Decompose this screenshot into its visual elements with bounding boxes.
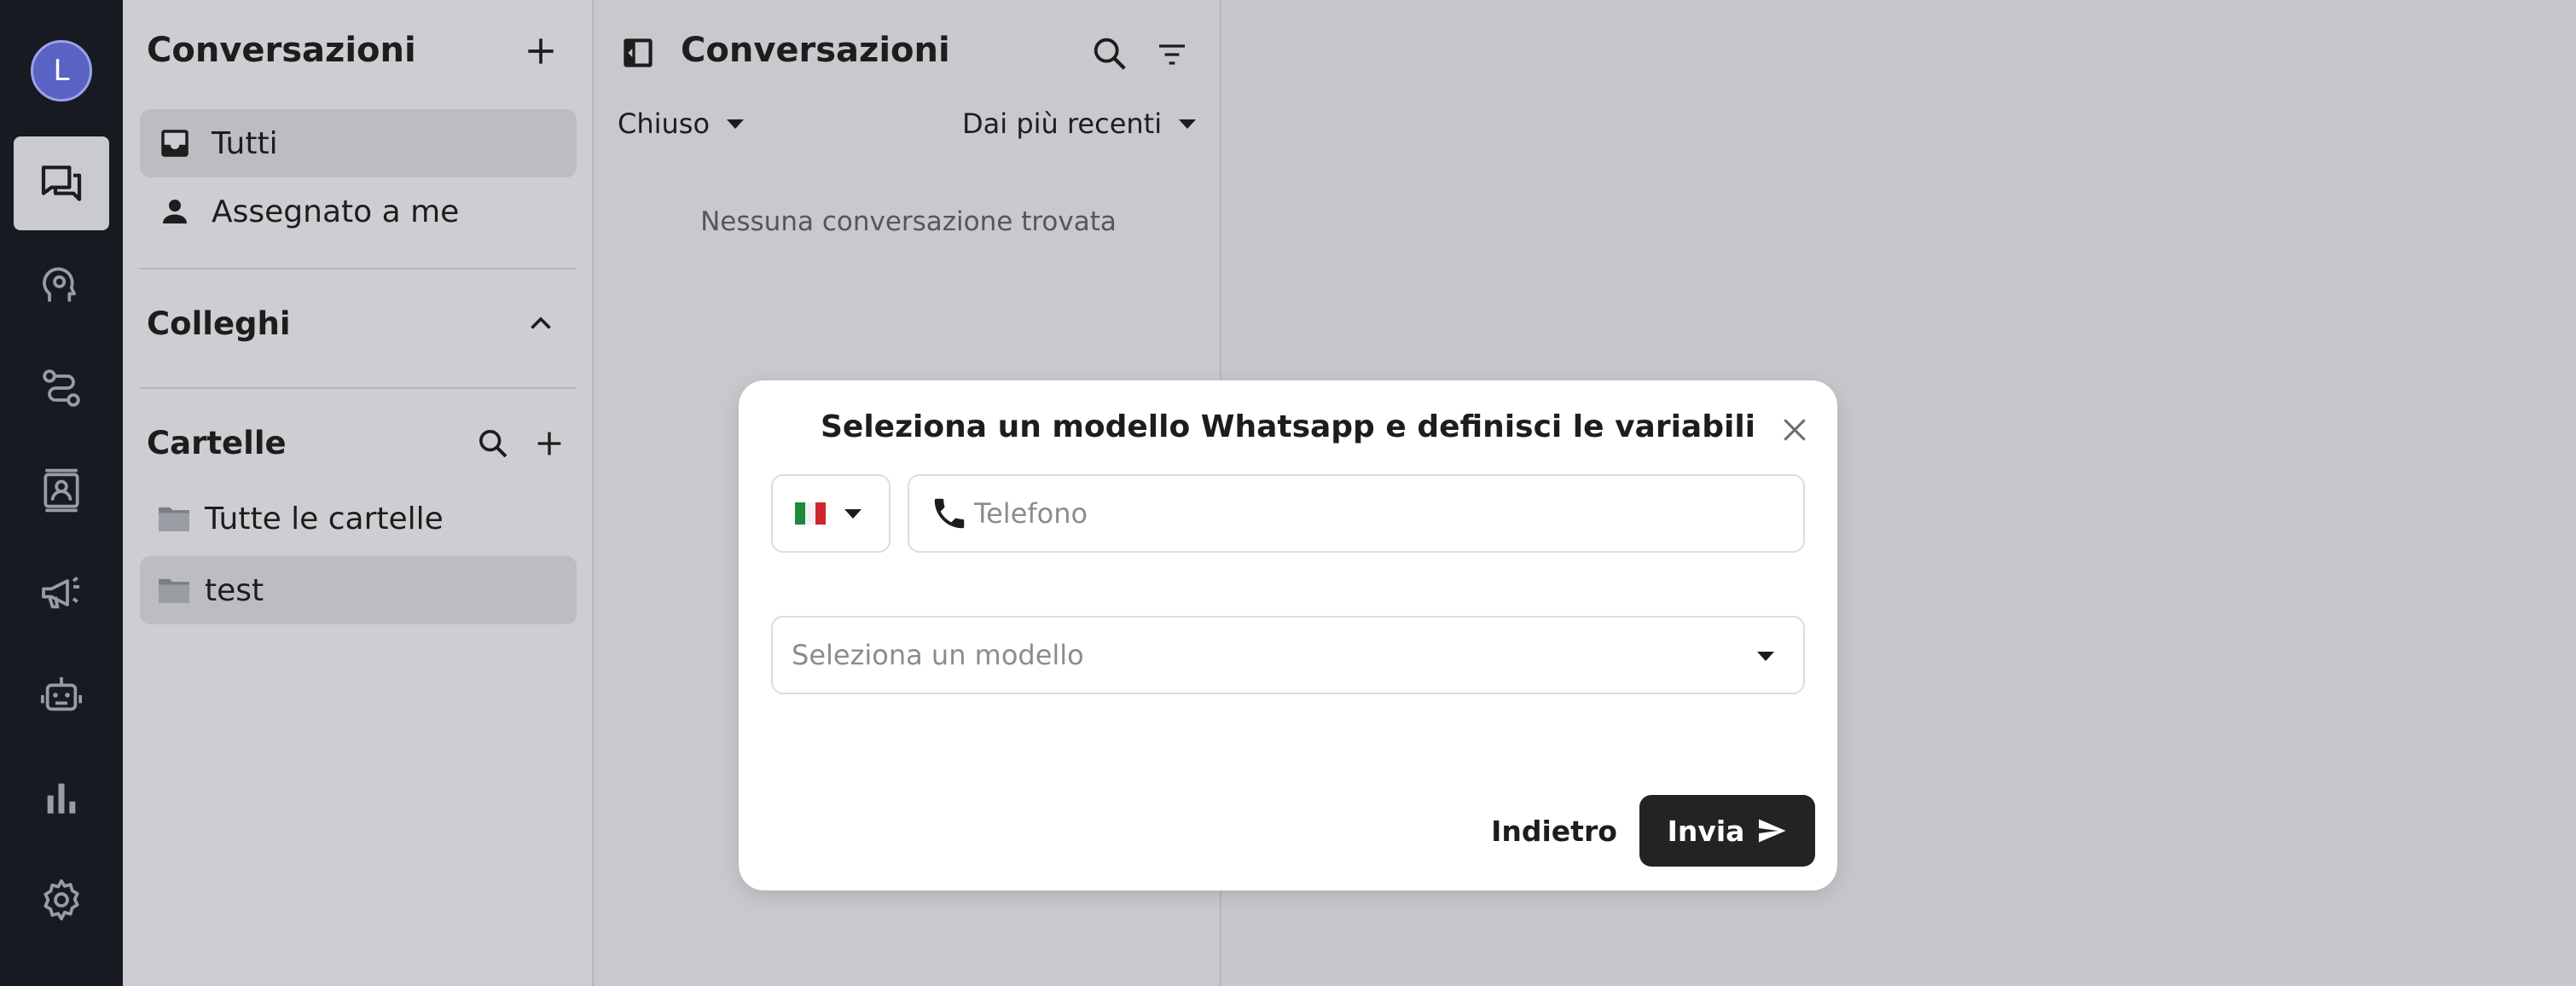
user-avatar[interactable]: L bbox=[31, 40, 92, 102]
brain-settings-icon bbox=[43, 267, 77, 302]
sidebar-item-label: Assegnato a me bbox=[212, 194, 460, 229]
send-button[interactable]: Invia bbox=[1639, 795, 1815, 867]
sidebar-item-assigned-to-me[interactable]: Assegnato a me bbox=[140, 177, 577, 246]
caret-down-icon bbox=[1757, 652, 1774, 661]
status-filter-dropdown[interactable]: Chiuso bbox=[618, 107, 745, 140]
sort-value: Dai più recenti bbox=[962, 107, 1163, 140]
rail-item-contacts[interactable] bbox=[14, 444, 109, 537]
search-folders-icon[interactable] bbox=[476, 426, 510, 461]
folder-item-label: test bbox=[205, 572, 264, 608]
rail-item-settings[interactable] bbox=[14, 853, 109, 947]
route-icon bbox=[43, 369, 80, 407]
status-filter-value: Chiuso bbox=[618, 107, 711, 140]
country-code-select[interactable] bbox=[771, 474, 891, 553]
megaphone-icon bbox=[42, 577, 79, 609]
whatsapp-template-modal: Seleziona un modello Whatsapp e definisc… bbox=[739, 380, 1837, 890]
rail-item-campaigns[interactable] bbox=[14, 546, 109, 640]
folder-item-all[interactable]: Tutte le cartelle bbox=[140, 484, 577, 553]
filter-icon[interactable] bbox=[1153, 38, 1191, 72]
rail-item-analytics[interactable] bbox=[14, 751, 109, 844]
divider bbox=[140, 268, 577, 270]
rail-item-ai[interactable] bbox=[14, 239, 109, 333]
phone-icon bbox=[934, 498, 965, 529]
folder-icon bbox=[159, 507, 189, 531]
search-icon[interactable] bbox=[1090, 34, 1129, 73]
colleagues-section-title[interactable]: Colleghi bbox=[147, 305, 291, 342]
folder-item-test[interactable]: test bbox=[140, 556, 577, 624]
template-select[interactable]: Seleziona un modello bbox=[771, 616, 1805, 694]
send-button-label: Invia bbox=[1667, 814, 1745, 848]
rail-item-bots[interactable] bbox=[14, 648, 109, 742]
folders-section-title: Cartelle bbox=[147, 425, 287, 461]
add-conversation-icon[interactable] bbox=[522, 32, 560, 70]
chat-icon bbox=[41, 165, 82, 201]
folder-item-label: Tutte le cartelle bbox=[205, 501, 444, 536]
conversations-sidebar: Conversazioni Tutti Assegnato a me Colle… bbox=[123, 0, 594, 986]
template-select-placeholder: Seleziona un modello bbox=[792, 639, 1084, 671]
sidebar-item-all[interactable]: Tutti bbox=[140, 109, 577, 177]
italy-flag-icon bbox=[795, 502, 826, 525]
sidebar-title: Conversazioni bbox=[147, 31, 416, 70]
chevron-up-icon[interactable] bbox=[525, 309, 556, 339]
inbox-icon bbox=[161, 130, 189, 157]
caret-down-icon bbox=[727, 119, 745, 129]
divider bbox=[140, 387, 577, 389]
rail-item-conversations[interactable] bbox=[14, 136, 109, 230]
phone-input[interactable] bbox=[974, 497, 1742, 530]
folder-icon bbox=[159, 578, 189, 603]
sidebar-item-label: Tutti bbox=[212, 125, 278, 161]
gear-icon bbox=[44, 879, 79, 921]
sidebar-toggle-icon[interactable] bbox=[621, 36, 655, 70]
empty-state-message: Nessuna conversazione trovata bbox=[700, 206, 1117, 237]
back-button[interactable]: Indietro bbox=[1469, 795, 1639, 867]
sort-dropdown[interactable]: Dai più recenti bbox=[962, 107, 1197, 140]
send-icon bbox=[1759, 819, 1786, 843]
nav-rail: L bbox=[0, 0, 123, 986]
contact-card-icon bbox=[44, 468, 79, 513]
robot-icon bbox=[40, 677, 83, 711]
person-icon bbox=[163, 200, 187, 223]
caret-down-icon bbox=[844, 508, 862, 519]
bar-chart-icon bbox=[47, 783, 76, 814]
phone-field[interactable] bbox=[908, 474, 1805, 553]
add-folder-icon[interactable] bbox=[532, 426, 566, 461]
rail-item-flows[interactable] bbox=[14, 341, 109, 435]
conversations-title: Conversazioni bbox=[681, 31, 950, 70]
caret-down-icon bbox=[1179, 119, 1197, 129]
close-icon[interactable] bbox=[1778, 413, 1812, 447]
modal-title: Seleziona un modello Whatsapp e definisc… bbox=[820, 409, 1756, 444]
